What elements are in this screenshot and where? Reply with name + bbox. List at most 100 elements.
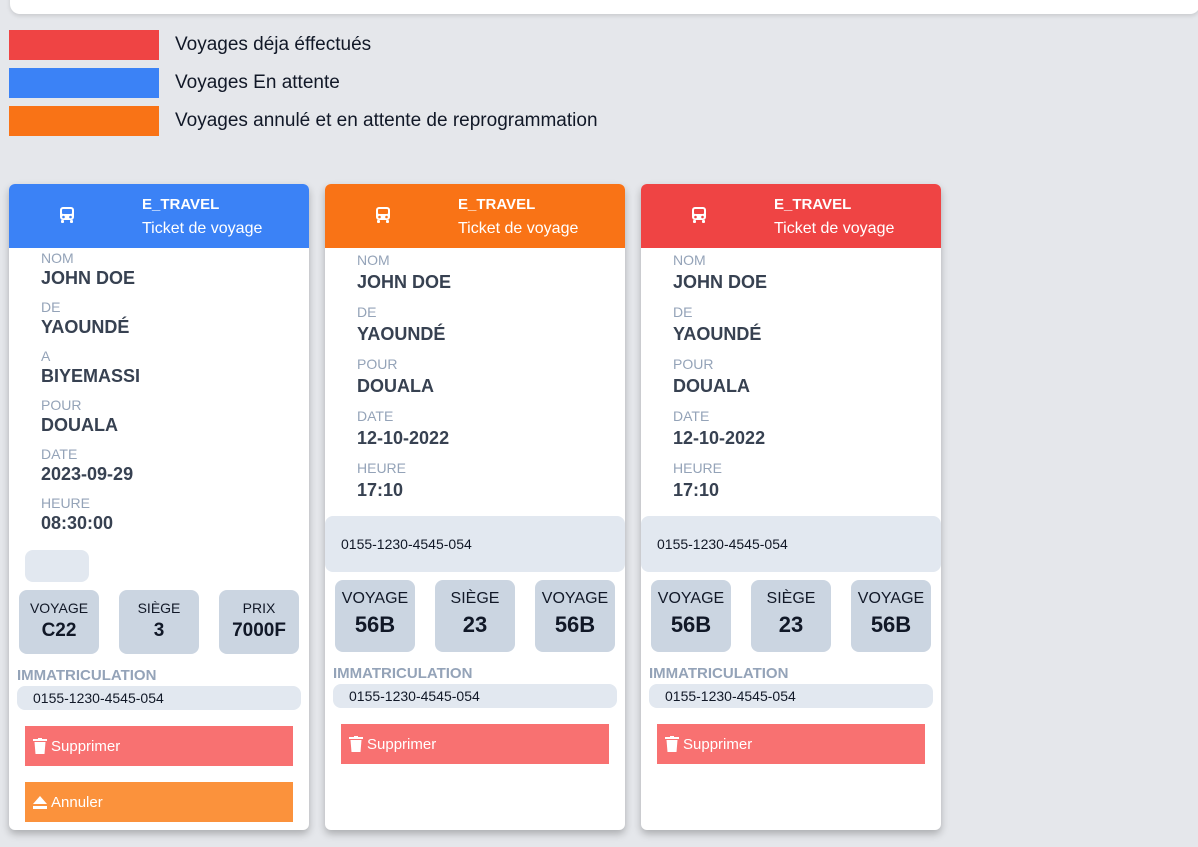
field-value: 12-10-2022: [357, 428, 450, 448]
ticket-header: E_TRAVEL Ticket de voyage: [641, 184, 941, 248]
bus-icon: [692, 207, 706, 223]
immatriculation-label: IMMATRICULATION: [649, 665, 789, 682]
trash-icon: [33, 738, 47, 754]
delete-button-label: Supprimer: [683, 735, 753, 753]
field-label: HEURE: [357, 460, 407, 476]
field-label: POUR: [41, 397, 82, 413]
field-label: DATE: [357, 408, 394, 424]
stat-box-voyage-2: VOYAGE 56B: [851, 580, 931, 652]
stat-box-voyage-2: VOYAGE 56B: [535, 580, 615, 652]
trash-icon: [665, 736, 679, 752]
top-panel: [10, 0, 1198, 14]
brand-name: E_TRAVEL: [142, 196, 220, 213]
ticket-card-pending: E_TRAVEL Ticket de voyage NOM JOHN DOE D…: [9, 184, 309, 830]
field-label: NOM: [673, 252, 706, 268]
stat-value: 23: [462, 612, 488, 637]
field-label: POUR: [673, 356, 714, 372]
stat-value: 3: [153, 620, 165, 641]
stat-value: 56B: [670, 612, 712, 637]
stat-label: VOYAGE: [341, 590, 409, 607]
legend-label-done: Voyages déja éffectués: [175, 34, 372, 55]
legend-item-pending: Voyages En attente: [9, 68, 598, 98]
ticket-fields: NOM JOHN DOE DE YAOUNDÉ POUR DOUALA DATE…: [673, 252, 767, 512]
field-value: YAOUNDÉ: [41, 317, 130, 337]
stat-box-seat: SIÈGE 23: [751, 580, 831, 652]
field-label: POUR: [357, 356, 398, 372]
field-value: DOUALA: [357, 376, 434, 396]
field-label: DE: [673, 304, 693, 320]
immatriculation-value: 0155-1230-4545-054: [333, 684, 617, 708]
ticket-card-cancelled: E_TRAVEL Ticket de voyage NOM JOHN DOE D…: [325, 184, 625, 830]
reference-bar: 0155-1230-4545-054: [641, 516, 941, 572]
field-value: 12-10-2022: [673, 428, 766, 448]
stat-label: SIÈGE: [137, 600, 181, 616]
stat-box-seat: SIÈGE 3: [119, 590, 199, 654]
stat-label: SIÈGE: [450, 590, 500, 607]
field-value: BIYEMASSI: [41, 366, 141, 386]
stat-value: C22: [41, 620, 77, 641]
stat-label: VOYAGE: [657, 590, 725, 607]
legend-swatch-done: [9, 30, 159, 60]
stat-value: 56B: [554, 612, 596, 637]
field-value: 17:10: [673, 480, 720, 500]
field-value: 2023-09-29: [41, 464, 134, 484]
bus-icon: [60, 207, 74, 223]
field-label: DATE: [673, 408, 710, 424]
legend-item-cancelled: Voyages annulé et en attente de reprogra…: [9, 106, 598, 136]
ticket-subtitle: Ticket de voyage: [142, 220, 263, 237]
ticket-fields: NOM JOHN DOE DE YAOUNDÉ POUR DOUALA DATE…: [357, 252, 451, 512]
field-label: A: [41, 348, 51, 364]
stat-value: 56B: [870, 612, 912, 637]
field-value: YAOUNDÉ: [673, 324, 762, 344]
field-value: YAOUNDÉ: [357, 324, 446, 344]
stat-box-seat: SIÈGE 23: [435, 580, 515, 652]
stat-label: VOYAGE: [541, 590, 609, 607]
field-label: NOM: [41, 250, 74, 266]
stat-label: VOYAGE: [29, 600, 89, 616]
ticket-header: E_TRAVEL Ticket de voyage: [9, 184, 309, 248]
field-value: JOHN DOE: [41, 268, 136, 288]
cancel-button[interactable]: Annuler: [25, 782, 293, 822]
delete-button[interactable]: Supprimer: [25, 726, 293, 766]
legend-swatch-pending: [9, 68, 159, 98]
stat-box-voyage: VOYAGE 56B: [651, 580, 731, 652]
stat-value: 23: [778, 612, 804, 637]
ticket-card-done: E_TRAVEL Ticket de voyage NOM JOHN DOE D…: [641, 184, 941, 830]
immatriculation-label: IMMATRICULATION: [333, 665, 473, 682]
brand-name: E_TRAVEL: [458, 196, 536, 213]
immatriculation-value: 0155-1230-4545-054: [17, 686, 301, 710]
delete-button-label: Supprimer: [51, 737, 121, 755]
legend-label-pending: Voyages En attente: [175, 72, 340, 93]
delete-button[interactable]: Supprimer: [341, 724, 609, 764]
brand-name: E_TRAVEL: [774, 196, 852, 213]
field-label: HEURE: [673, 460, 723, 476]
stat-value: 56B: [354, 612, 396, 637]
field-value: JOHN DOE: [357, 272, 452, 292]
reference-bar: 0155-1230-4545-054: [325, 516, 625, 572]
ticket-subtitle: Ticket de voyage: [774, 220, 895, 237]
field-value: 17:10: [357, 480, 404, 500]
delete-button-label: Supprimer: [367, 735, 437, 753]
field-value: JOHN DOE: [673, 272, 768, 292]
field-value: DOUALA: [41, 415, 118, 435]
cancel-button-label: Annuler: [51, 793, 103, 811]
field-label: DE: [357, 304, 377, 320]
legend: Voyages déja éffectués Voyages En attent…: [9, 30, 598, 144]
field-value: DOUALA: [673, 376, 750, 396]
legend-item-done: Voyages déja éffectués: [9, 30, 598, 60]
immatriculation-label: IMMATRICULATION: [17, 667, 157, 684]
field-label: DATE: [41, 446, 78, 462]
field-label: NOM: [357, 252, 390, 268]
field-label: HEURE: [41, 495, 91, 511]
field-value: 08:30:00: [41, 513, 114, 533]
delete-button[interactable]: Supprimer: [657, 724, 925, 764]
empty-pill: [25, 550, 89, 582]
eject-icon: [33, 796, 47, 809]
legend-label-cancelled: Voyages annulé et en attente de reprogra…: [175, 110, 598, 131]
field-label: DE: [41, 299, 61, 315]
ticket-subtitle: Ticket de voyage: [458, 220, 579, 237]
stat-box-price: PRIX 7000F: [219, 590, 299, 654]
stat-label: SIÈGE: [766, 590, 816, 607]
ticket-header: E_TRAVEL Ticket de voyage: [325, 184, 625, 248]
ticket-fields: NOM JOHN DOE DE YAOUNDÉ A BIYEMASSI POUR…: [41, 250, 140, 544]
